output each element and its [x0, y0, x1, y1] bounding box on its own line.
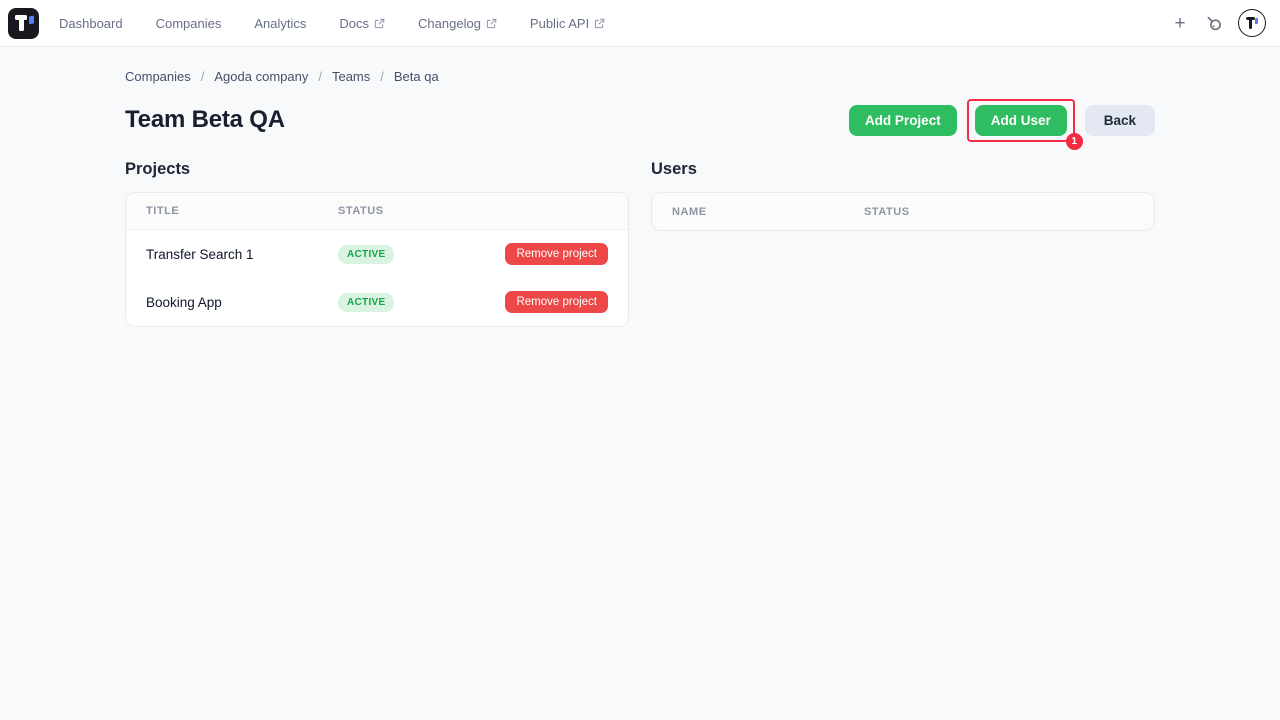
main-content: Companies / Agoda company / Teams / Beta… — [125, 47, 1155, 327]
add-user-button[interactable]: Add User — [975, 105, 1067, 136]
user-avatar[interactable] — [1238, 9, 1266, 37]
topbar-right: + — [1170, 9, 1266, 37]
breadcrumb-beta-qa: Beta qa — [394, 69, 439, 84]
table-row: Booking App ACTIVE Remove project — [126, 278, 628, 326]
brand-logo[interactable] — [8, 8, 39, 39]
breadcrumb-agoda-company[interactable]: Agoda company — [214, 69, 308, 84]
users-table-header: NAME STATUS — [652, 193, 1154, 230]
external-link-icon — [374, 18, 385, 29]
status-badge: ACTIVE — [338, 293, 394, 312]
nav-item-companies[interactable]: Companies — [156, 16, 222, 31]
add-project-button[interactable]: Add Project — [849, 105, 957, 136]
projects-section: Projects TITLE STATUS Transfer Search 1 … — [125, 160, 629, 327]
nav-item-label: Dashboard — [59, 16, 123, 31]
users-table: NAME STATUS — [651, 192, 1155, 231]
projects-table-header: TITLE STATUS — [126, 193, 628, 230]
annotation-highlight-box: Add User 1 — [967, 99, 1075, 142]
column-header-name: NAME — [672, 206, 864, 218]
column-header-status: STATUS — [338, 205, 608, 217]
users-section: Users NAME STATUS — [651, 160, 1155, 327]
column-header-title: TITLE — [146, 205, 338, 217]
remove-project-button[interactable]: Remove project — [505, 243, 608, 265]
nav-item-analytics[interactable]: Analytics — [254, 16, 306, 31]
brand-logo-icon — [8, 8, 39, 39]
breadcrumb-teams[interactable]: Teams — [332, 69, 370, 84]
page-title: Team Beta QA — [125, 106, 285, 134]
nav-item-label: Analytics — [254, 16, 306, 31]
nav-item-public-api[interactable]: Public API — [530, 16, 605, 31]
back-button[interactable]: Back — [1085, 105, 1155, 136]
projects-table: TITLE STATUS Transfer Search 1 ACTIVE Re… — [125, 192, 629, 327]
projects-heading: Projects — [125, 160, 629, 179]
main-nav: Dashboard Companies Analytics Docs Chang… — [59, 16, 605, 31]
annotation-step-badge: 1 — [1066, 133, 1083, 150]
page-header: Team Beta QA Add Project Add User 1 Back — [125, 101, 1155, 139]
top-nav-bar: Dashboard Companies Analytics Docs Chang… — [0, 0, 1280, 47]
content-columns: Projects TITLE STATUS Transfer Search 1 … — [125, 160, 1155, 327]
nav-item-label: Companies — [156, 16, 222, 31]
breadcrumb-companies[interactable]: Companies — [125, 69, 191, 84]
nav-item-dashboard[interactable]: Dashboard — [59, 16, 123, 31]
plus-icon[interactable]: + — [1170, 14, 1190, 33]
nav-item-changelog[interactable]: Changelog — [418, 16, 497, 31]
breadcrumb-separator: / — [201, 69, 205, 84]
search-icon[interactable] — [1205, 14, 1223, 32]
page-actions: Add Project Add User 1 Back — [849, 99, 1155, 142]
column-header-status: STATUS — [864, 206, 1134, 218]
nav-item-label: Docs — [339, 16, 369, 31]
external-link-icon — [594, 18, 605, 29]
breadcrumb-separator: / — [318, 69, 322, 84]
nav-item-docs[interactable]: Docs — [339, 16, 385, 31]
nav-item-label: Changelog — [418, 16, 481, 31]
avatar-logo-icon — [1239, 10, 1265, 36]
project-title: Booking App — [146, 295, 338, 310]
breadcrumb-separator: / — [380, 69, 384, 84]
nav-item-label: Public API — [530, 16, 589, 31]
status-badge: ACTIVE — [338, 245, 394, 264]
users-heading: Users — [651, 160, 1155, 179]
remove-project-button[interactable]: Remove project — [505, 291, 608, 313]
external-link-icon — [486, 18, 497, 29]
project-title: Transfer Search 1 — [146, 247, 338, 262]
table-row: Transfer Search 1 ACTIVE Remove project — [126, 230, 628, 278]
breadcrumb: Companies / Agoda company / Teams / Beta… — [125, 69, 1155, 84]
